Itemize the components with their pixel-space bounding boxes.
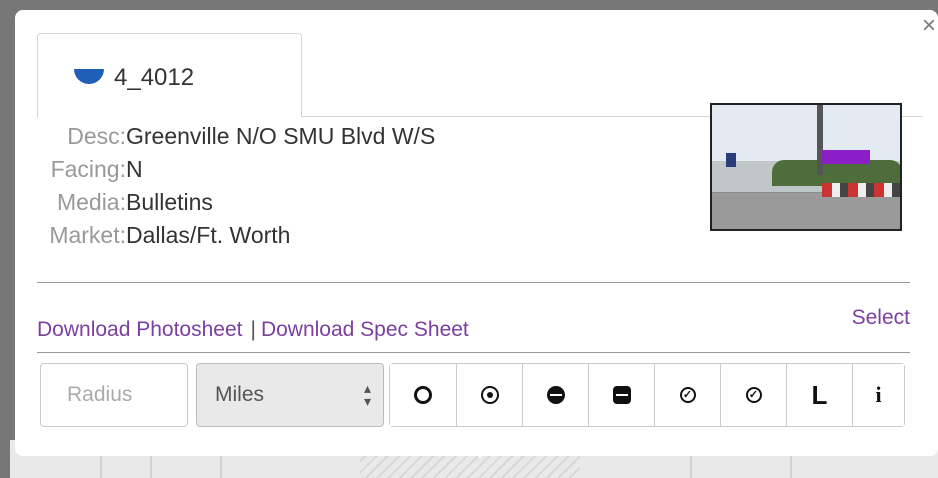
detail-key: Facing: — [50, 156, 126, 182]
download-spec-sheet-link[interactable]: Download Spec Sheet — [261, 318, 469, 341]
tool-buttons: ✓ ✓ L i — [389, 363, 905, 427]
letter-L-icon: L — [811, 379, 828, 410]
location-details: Desc: Greenville N/O SMU Blvd W/S Facing… — [15, 120, 535, 252]
billboard-photo[interactable] — [710, 103, 902, 231]
circle-minus-icon — [546, 386, 565, 404]
info-icon: i — [875, 382, 882, 407]
circle-target-icon — [480, 386, 499, 404]
divider — [37, 282, 910, 283]
close-icon[interactable]: × — [922, 14, 936, 38]
detail-key: Media: — [56, 189, 126, 215]
circle-radius-button[interactable] — [390, 364, 456, 426]
detail-value: Bulletins — [126, 189, 213, 215]
photo-road — [712, 193, 900, 229]
detail-row-desc: Desc: Greenville N/O SMU Blvd W/S — [15, 120, 535, 153]
photo-billboard — [822, 150, 870, 164]
detail-key: Market: — [49, 222, 126, 248]
remove-square-button[interactable] — [588, 364, 654, 426]
detail-value: Greenville N/O SMU Blvd W/S — [126, 123, 436, 149]
half-circle-marker-icon — [74, 69, 104, 84]
detail-value: Dallas/Ft. Worth — [126, 222, 291, 248]
check-button-2[interactable]: ✓ — [720, 364, 786, 426]
detail-value: N — [126, 156, 143, 182]
link-separator: | — [250, 318, 256, 341]
check-circle-icon: ✓ — [745, 387, 762, 403]
download-links: Download Photosheet | Download Spec Sheet — [37, 318, 469, 342]
download-photosheet-link[interactable]: Download Photosheet — [37, 318, 242, 341]
check-circle-icon: ✓ — [679, 387, 696, 403]
radius-input[interactable]: Radius — [40, 363, 188, 427]
units-value: Miles — [215, 383, 265, 406]
detail-row-market: Market: Dallas/Ft. Worth — [15, 219, 535, 252]
target-radius-button[interactable] — [456, 364, 522, 426]
letter-l-button[interactable]: L — [786, 364, 852, 426]
remove-circle-button[interactable] — [522, 364, 588, 426]
check-button-1[interactable]: ✓ — [654, 364, 720, 426]
tab-location[interactable]: 4_4012 — [37, 33, 302, 117]
radius-toolbar: Radius Miles ▴ ▾ ✓ ✓ L i — [40, 363, 905, 427]
select-arrows-icon: ▴ ▾ — [363, 380, 371, 409]
square-minus-icon — [612, 386, 631, 404]
circle-outline-icon — [414, 386, 432, 404]
detail-key: Desc: — [67, 123, 126, 149]
units-select[interactable]: Miles ▴ ▾ — [196, 363, 384, 427]
detail-row-media: Media: Bulletins — [15, 186, 535, 219]
detail-row-facing: Facing: N — [15, 153, 535, 186]
tab-label: 4_4012 — [114, 64, 195, 91]
info-button[interactable]: i — [852, 364, 904, 426]
select-link[interactable]: Select — [852, 306, 910, 330]
photo-sign — [726, 153, 736, 167]
photo-pole — [817, 105, 823, 175]
divider — [37, 352, 910, 353]
photo-cars — [822, 183, 900, 197]
location-popup: × 4_4012 Desc: Greenville N/O SMU Blvd W… — [15, 10, 938, 456]
